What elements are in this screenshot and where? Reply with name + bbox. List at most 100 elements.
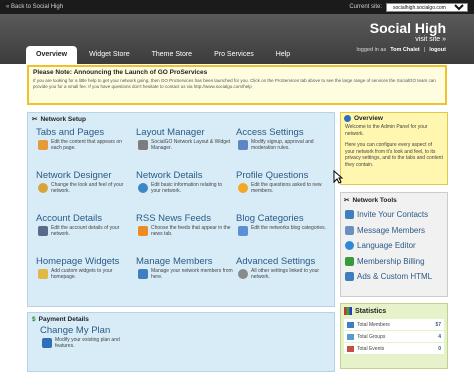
setup-item-desc: Manage your network members from here. [151, 268, 233, 281]
setup-item-link[interactable]: Account Details [36, 213, 134, 224]
tool-label[interactable]: Membership Billing [357, 257, 425, 266]
setup-item-desc: Choose the feeds that appear in the news… [151, 225, 231, 238]
setup-item-advanced-settings: Advanced Settings All other settings lin… [236, 256, 334, 299]
back-link[interactable]: « Back to Social High [6, 4, 63, 10]
tool-invite-contacts[interactable]: Invite Your Contacts [341, 207, 447, 223]
setup-item-access-settings: Access Settings Modify signup, approval … [236, 127, 334, 170]
site-title: Social High [369, 20, 446, 36]
calendar-icon [347, 345, 354, 352]
question-icon [238, 183, 248, 193]
tool-label[interactable]: Invite Your Contacts [357, 210, 428, 219]
overview-header: Overview [341, 113, 447, 124]
setup-item-link[interactable]: Manage Members [136, 256, 234, 267]
header: Social High visit site » logged in as To… [0, 14, 474, 64]
widget-icon [38, 269, 48, 279]
setup-item-desc: All other settings linked to your networ… [251, 268, 320, 281]
info-icon [344, 115, 351, 122]
network-setup-header: ✂ Network Setup [28, 113, 334, 125]
setup-item-desc: SocialGO Network Layout & Widget Manager… [151, 139, 231, 152]
stat-value[interactable]: 57 [435, 322, 441, 328]
overview-text-1: Welcome to the Admin Panel for your netw… [345, 124, 428, 137]
tool-message-members[interactable]: Message Members [341, 223, 447, 239]
setup-item-link[interactable]: Tabs and Pages [36, 127, 134, 138]
invite-icon [345, 210, 354, 220]
setup-item-desc: Modify signup, approval and moderation r… [251, 139, 314, 152]
setup-item-homepage-widgets: Homepage Widgets Add custom widgets to y… [36, 256, 134, 299]
payment-header: $ Payment Details [28, 313, 334, 325]
plan-icon [42, 338, 52, 348]
statistics-box: Statistics Total Members 57 Total Groups… [340, 303, 448, 369]
stat-label: Total Events [357, 345, 385, 352]
tab-theme-store[interactable]: Theme Store [142, 46, 202, 64]
visit-site-link[interactable]: visit site » [415, 36, 446, 43]
user-name-link[interactable]: Tom Chalet [390, 47, 420, 53]
statistics-title: Statistics [355, 307, 387, 315]
setup-item-link[interactable]: Profile Questions [236, 170, 334, 181]
tool-language-editor[interactable]: Language Editor [341, 238, 447, 254]
stat-row-events: Total Events 0 [344, 343, 444, 354]
payment-panel: $ Payment Details Change My Plan Modify … [27, 312, 335, 372]
tab-pro-services[interactable]: Pro Services [204, 46, 264, 64]
logout-link[interactable]: logout [429, 47, 446, 53]
blog-icon [238, 226, 248, 236]
setup-item-desc: Edit the questions asked to new members. [251, 182, 322, 195]
setup-item-manage-members: Manage Members Manage your network membe… [136, 256, 234, 299]
network-tools-box: ✂ Network Tools Invite Your Contacts Mes… [340, 192, 448, 297]
stat-row-groups: Total Groups 4 [344, 331, 444, 342]
setup-item-link[interactable]: Layout Manager [136, 127, 234, 138]
notice-title: Please Note: Announcing the Launch of GO… [33, 69, 208, 76]
setup-item-link[interactable]: Network Designer [36, 170, 134, 181]
tool-label[interactable]: Message Members [357, 226, 425, 235]
change-plan-link[interactable]: Change My Plan [40, 325, 334, 336]
setup-item-network-details: Network Details Edit basic information r… [136, 170, 234, 213]
rss-icon [138, 226, 148, 236]
network-setup-title: Network Setup [40, 115, 86, 123]
mouse-cursor-icon [333, 170, 343, 184]
network-tools-header: ✂ Network Tools [341, 193, 447, 207]
pages-icon [38, 140, 48, 150]
setup-item-link[interactable]: RSS News Feeds [136, 213, 234, 224]
stat-value[interactable]: 4 [438, 334, 441, 340]
login-info: logged in as Tom Chalet | logout [357, 47, 446, 53]
payment-item-change-plan: Change My Plan Modify your existing plan… [40, 325, 334, 368]
payment-title: Payment Details [38, 315, 89, 323]
tab-overview[interactable]: Overview [26, 46, 78, 64]
admin-page: « Back to Social High Current site: soci… [0, 0, 474, 376]
setup-item-link[interactable]: Blog Categories [236, 213, 334, 224]
network-tools-title: Network Tools [352, 196, 397, 204]
setup-item-link[interactable]: Access Settings [236, 127, 334, 138]
setup-item-desc: Add custom widgets to your homepage. [51, 268, 113, 281]
tab-widget-store[interactable]: Widget Store [79, 46, 139, 64]
overview-text-2: Here you can configure every aspect of y… [345, 142, 443, 168]
tools-icon: ✂ [32, 116, 38, 123]
setup-item-link[interactable]: Homepage Widgets [36, 256, 134, 267]
layout-icon [138, 140, 148, 150]
tool-ads-custom-html[interactable]: Ads & Custom HTML [341, 269, 447, 285]
setup-item-desc: Edit the account details of your network… [51, 225, 120, 238]
setup-item-link[interactable]: Advanced Settings [236, 256, 334, 267]
account-icon [38, 226, 48, 236]
info-icon [138, 183, 148, 193]
stat-value[interactable]: 0 [438, 346, 441, 352]
tool-membership-billing[interactable]: Membership Billing [341, 254, 447, 270]
top-bar: « Back to Social High Current site: soci… [0, 0, 474, 14]
setup-item-desc: Change the look and feel of your network… [51, 182, 124, 195]
statistics-header: Statistics [341, 304, 447, 318]
stat-label: Total Members [357, 321, 390, 328]
main-tabs: Overview Widget Store Theme Store Pro Se… [26, 46, 300, 64]
tool-label[interactable]: Language Editor [357, 241, 416, 250]
setup-item-tabs-and-pages: Tabs and Pages Edit the content that app… [36, 127, 134, 170]
setup-item-network-designer: Network Designer Change the look and fee… [36, 170, 134, 213]
dollar-icon: $ [32, 315, 36, 323]
setup-item-link[interactable]: Network Details [136, 170, 234, 181]
tab-help[interactable]: Help [266, 46, 300, 64]
groups-icon [347, 333, 354, 340]
notice-body: If you are looking for a little help to … [33, 78, 436, 89]
network-setup-panel: ✂ Network Setup Tabs and Pages Edit the … [27, 112, 335, 307]
current-site-select[interactable]: socialhigh.socialgo.com [386, 2, 468, 12]
tool-label[interactable]: Ads & Custom HTML [357, 272, 432, 281]
setup-item-desc: Edit the content that appears on each pa… [51, 139, 122, 152]
site-switcher: Current site: socialhigh.socialgo.com [349, 2, 468, 12]
money-icon [345, 256, 354, 266]
access-icon [238, 140, 248, 150]
